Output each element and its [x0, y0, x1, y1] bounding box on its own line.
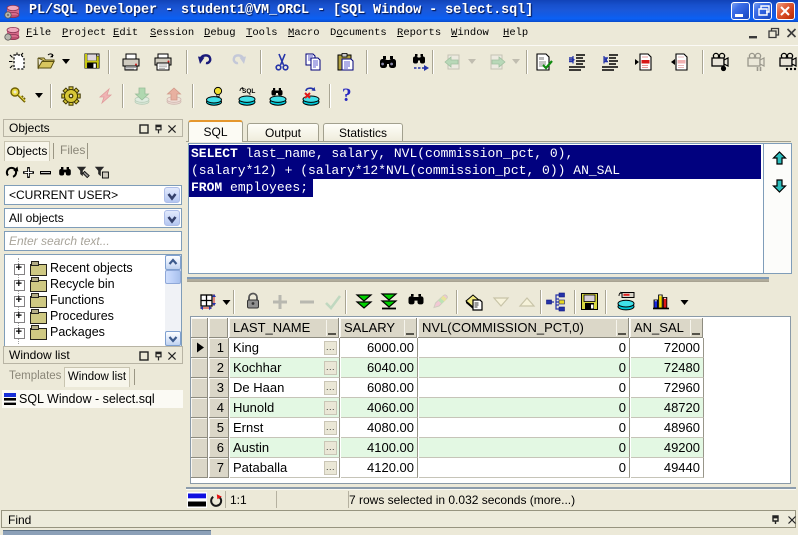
svg-text:SQL: SQL: [242, 88, 255, 95]
